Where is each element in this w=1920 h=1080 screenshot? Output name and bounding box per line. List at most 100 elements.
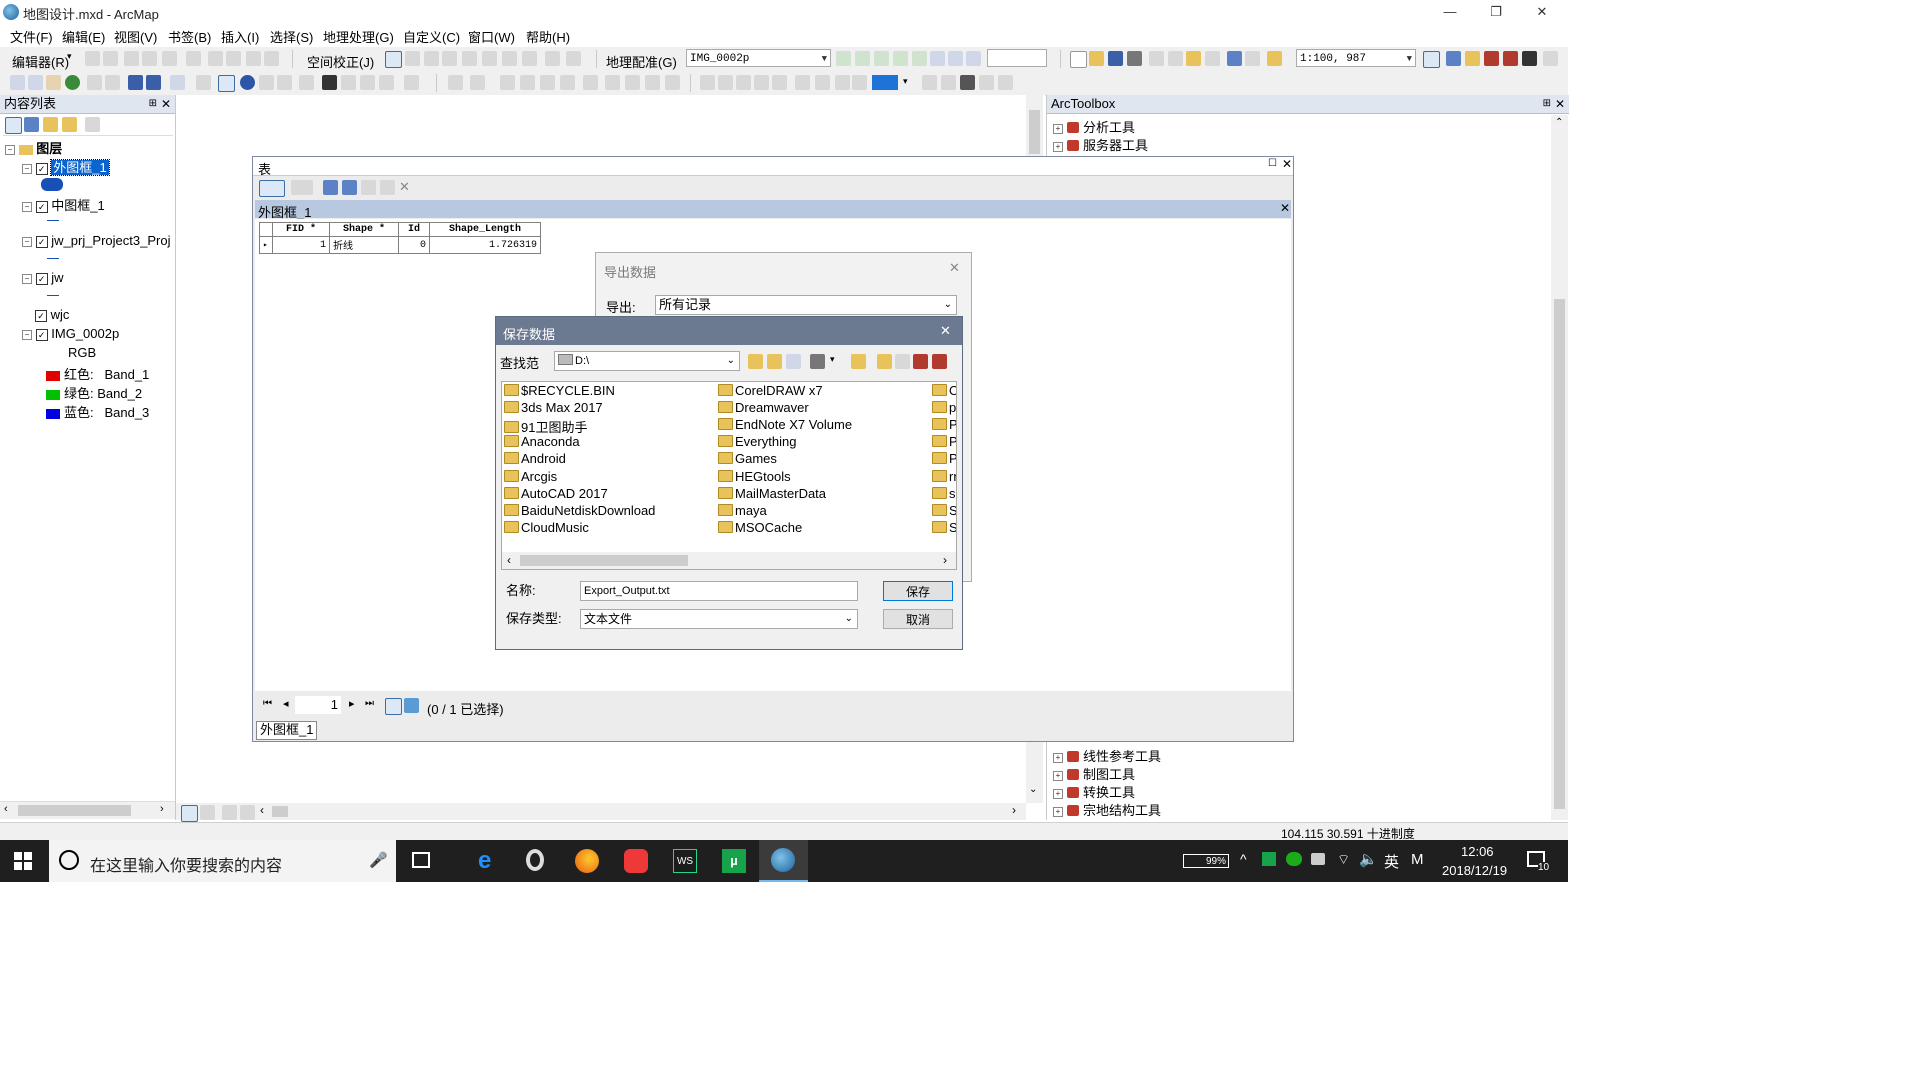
scroll-right-icon[interactable]: ›	[943, 553, 947, 567]
toolbox-linear-ref[interactable]: 线性参考工具	[1083, 749, 1161, 764]
flip-icon[interactable]	[645, 75, 660, 90]
rotate-georef-icon[interactable]	[836, 51, 851, 66]
scroll-up-icon[interactable]: ⌃	[1555, 117, 1563, 128]
folder-item[interactable]: Anaconda	[504, 434, 580, 449]
undo-icon[interactable]	[1227, 51, 1242, 66]
folder-item[interactable]: pa	[932, 400, 956, 415]
network-icon[interactable]: ⌔	[1337, 851, 1350, 869]
show-selected-records-icon[interactable]	[404, 698, 419, 713]
list-by-selection-icon[interactable]	[62, 117, 77, 132]
layout-tool-3-icon[interactable]	[736, 75, 751, 90]
close-window-button[interactable]: ✕	[1527, 2, 1557, 22]
layer-checkbox[interactable]: ✓	[35, 162, 48, 175]
folder-item[interactable]: rr	[932, 469, 956, 484]
folder-item[interactable]: MailMasterData	[718, 486, 826, 501]
folder-item[interactable]: CloudMusic	[504, 520, 589, 535]
show-all-records-icon[interactable]	[385, 698, 402, 715]
layer-checkbox[interactable]: ✓	[35, 235, 48, 248]
scroll-right-icon[interactable]: ›	[160, 803, 164, 815]
folder-item[interactable]: PS	[932, 434, 956, 449]
file-name-input[interactable]: Export_Output.txt	[580, 581, 858, 601]
goto-xy-icon[interactable]	[360, 75, 375, 90]
group-icon[interactable]	[540, 75, 555, 90]
arcmap-taskbar-button[interactable]	[759, 840, 808, 882]
expand-icon[interactable]: +	[1053, 770, 1063, 781]
layout-tool-4-icon[interactable]	[754, 75, 769, 90]
new-file-geodatabase-icon[interactable]	[932, 354, 947, 369]
collapse-icon[interactable]: −	[22, 236, 32, 247]
ime-mode-icon[interactable]: M	[1411, 851, 1424, 868]
layout-view-icon[interactable]	[200, 805, 215, 820]
microphone-icon[interactable]: 🎤	[369, 851, 388, 869]
delete-selected-icon[interactable]: ✕	[399, 179, 410, 195]
scroll-left-icon[interactable]: ‹	[507, 553, 511, 567]
last-record-icon[interactable]: ⏭	[365, 698, 374, 709]
zoom-whole-page-icon[interactable]	[941, 75, 956, 90]
scale-icon[interactable]	[874, 51, 889, 66]
close-icon[interactable]: ✕	[1555, 95, 1565, 113]
table-cell[interactable]: 折线	[329, 236, 399, 254]
folder-item[interactable]: AutoCAD 2017	[504, 486, 608, 501]
modify-link-icon[interactable]	[424, 51, 439, 66]
scroll-thumb[interactable]	[272, 806, 288, 817]
redo-icon[interactable]	[1245, 51, 1260, 66]
table-cell[interactable]: 1.726319	[429, 236, 541, 254]
map-scale-select[interactable]: 1:100, 987 ▼	[1296, 49, 1416, 67]
delete-icon[interactable]	[1205, 51, 1220, 66]
toc-layer-middle-frame[interactable]: 中图框_1	[51, 198, 104, 213]
table-cell[interactable]: 0	[398, 236, 430, 254]
data-driven-pages-icon[interactable]	[998, 75, 1013, 90]
cancel-button[interactable]: 取消	[883, 609, 953, 629]
split-icon[interactable]	[186, 51, 201, 66]
scroll-thumb[interactable]	[520, 555, 688, 566]
distribute-icon[interactable]	[520, 75, 535, 90]
folder-item[interactable]: Games	[718, 451, 777, 466]
scroll-down-icon[interactable]: ⌄	[1029, 784, 1037, 795]
layout-tool-9-icon[interactable]	[852, 75, 867, 90]
folder-item[interactable]: CorelDRAW x7	[718, 383, 823, 398]
cut-polygons-icon[interactable]	[226, 51, 241, 66]
folder-list-hscrollbar[interactable]: ‹ ›	[502, 552, 956, 569]
edit-vertices-icon[interactable]	[103, 51, 118, 66]
close-icon[interactable]: ✕	[1280, 201, 1290, 215]
collapse-icon[interactable]: −	[22, 273, 32, 284]
catalog-window-icon[interactable]	[1465, 51, 1480, 66]
next-record-icon[interactable]: ▸	[349, 697, 355, 710]
attributes-icon[interactable]	[246, 51, 261, 66]
first-record-icon[interactable]: ⏮	[263, 698, 272, 709]
clock-time[interactable]: 12:06	[1461, 844, 1494, 859]
focus-data-frame-icon[interactable]	[979, 75, 994, 90]
select-link-icon[interactable]	[912, 51, 927, 66]
blank-combo[interactable]	[987, 49, 1047, 67]
find-route-icon[interactable]	[341, 75, 356, 90]
toolbox-vertical-scrollbar[interactable]: ⌃	[1551, 115, 1568, 820]
georef-layer-select[interactable]: IMG_0002p ▼	[686, 49, 831, 67]
list-by-source-icon[interactable]	[24, 117, 39, 132]
folder-item[interactable]: HEGtools	[718, 469, 791, 484]
viewer-icon[interactable]	[948, 51, 963, 66]
view-link-table-icon[interactable]	[966, 51, 981, 66]
menu-bookmarks[interactable]: 书签(B)	[168, 27, 211, 46]
scroll-right-icon[interactable]: ›	[1012, 803, 1016, 817]
opera-browser-icon[interactable]	[526, 849, 544, 871]
save-type-select[interactable]: 文本文件 ⌄	[580, 609, 858, 629]
zoom-in-icon[interactable]	[10, 75, 25, 90]
edge-browser-icon[interactable]: e	[478, 849, 502, 873]
sketch-icon[interactable]	[162, 51, 177, 66]
toolbox-server[interactable]: 服务器工具	[1083, 138, 1148, 153]
toolbox-cartography[interactable]: 制图工具	[1083, 767, 1135, 782]
nudge-icon[interactable]	[605, 75, 620, 90]
menu-edit[interactable]: 编辑(E)	[62, 27, 105, 46]
rotate-icon[interactable]	[208, 51, 223, 66]
switch-selection-icon[interactable]	[342, 180, 357, 195]
menu-windows[interactable]: 窗口(W)	[468, 27, 515, 46]
georeferencing-menu[interactable]: 地理配准(G)	[606, 52, 677, 71]
select-by-attributes-icon[interactable]	[323, 180, 338, 195]
menu-help[interactable]: 帮助(H)	[526, 27, 570, 46]
find-icon[interactable]	[322, 75, 337, 90]
line-symbol[interactable]	[47, 220, 59, 221]
paste-icon[interactable]	[1186, 51, 1201, 66]
pause-drawing-icon[interactable]	[240, 805, 255, 820]
home-icon[interactable]	[767, 354, 782, 369]
save-icon[interactable]	[1108, 51, 1123, 66]
